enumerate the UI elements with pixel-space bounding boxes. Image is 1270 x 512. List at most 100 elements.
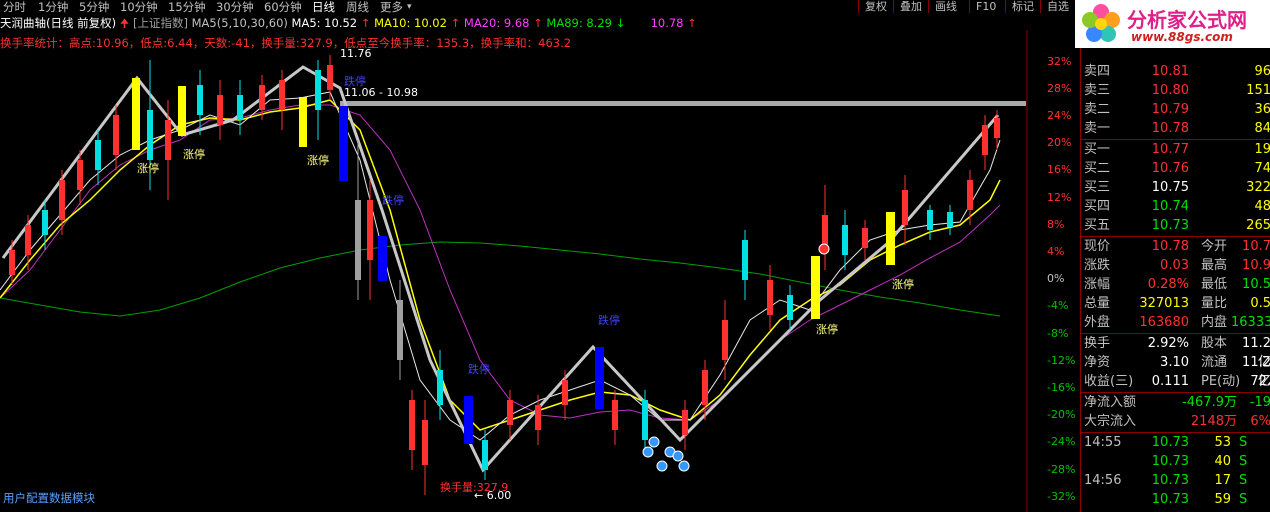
sell-price: 10.78 <box>1151 121 1189 136</box>
tab-10min[interactable]: 10分钟 <box>120 0 158 14</box>
tick-side: S <box>1239 435 1248 450</box>
buy-label: 买三 <box>1084 180 1111 195</box>
tab-5min[interactable]: 5分钟 <box>79 0 109 14</box>
buy-price: 10.73 <box>1151 218 1189 233</box>
tab-timeshare[interactable]: 分时 <box>3 0 26 14</box>
red-ball-marker <box>818 243 830 255</box>
sell-label: 卖二 <box>1084 102 1111 117</box>
overlay-button[interactable]: 叠加 <box>893 0 922 13</box>
tick-side: S <box>1239 492 1248 507</box>
mark-button[interactable]: 标记 <box>1005 0 1034 13</box>
tick-volume: 40 <box>1214 454 1231 469</box>
info-row-turnover: 换手 2.92% 股本 11.2亿 <box>1081 334 1270 370</box>
buy-volume: 19 <box>1254 142 1270 157</box>
buy-label: 买四 <box>1084 199 1111 214</box>
tick-time: 14:56 <box>1084 473 1122 488</box>
info-row-eps: 收益(三) 0.111 PE(动) 72. <box>1081 372 1270 391</box>
index-label[interactable]: [上证指数] <box>133 16 188 30</box>
toolbar: 分时 1分钟 5分钟 10分钟 15分钟 30分钟 60分钟 日线 周线 更多 … <box>0 0 1075 14</box>
axis-label: 28% <box>1047 82 1072 95</box>
tab-60min[interactable]: 60分钟 <box>264 0 302 14</box>
bottom-markers <box>642 436 690 472</box>
buy-price: 10.74 <box>1151 199 1189 214</box>
axis-label: -12% <box>1047 354 1076 367</box>
limit-up-label: 涨停 <box>307 154 329 167</box>
tab-15min[interactable]: 15分钟 <box>168 0 206 14</box>
tick-row: 10.73 40 S <box>1081 452 1270 471</box>
indicator-line: 天润曲轴(日线 前复权) 🠉 [上证指数] MA5(5,10,30,60) MA… <box>0 15 697 31</box>
tick-side: S <box>1239 454 1248 469</box>
info-label: 涨跌 <box>1084 258 1111 273</box>
logo-title: 分析家公式网 <box>1127 8 1247 32</box>
tick-volume: 17 <box>1214 473 1231 488</box>
limit-down-label: 跌停 <box>598 314 620 327</box>
flow-label: 净流入额 <box>1084 395 1137 410</box>
ma89-line <box>0 241 1001 317</box>
sell-1-row: 卖一 10.78 84 <box>1081 119 1270 138</box>
tick-price: 10.73 <box>1151 473 1189 488</box>
axis-label: 16% <box>1047 163 1072 176</box>
sell-price: 10.79 <box>1151 102 1189 117</box>
axis-label: -20% <box>1047 408 1076 421</box>
watchlist-button[interactable]: 自选 <box>1040 0 1069 13</box>
sell-3-row: 卖三 10.80 151 <box>1081 81 1270 100</box>
restore-right-button[interactable]: 复权 <box>858 0 887 13</box>
sell-volume: 36 <box>1254 102 1270 117</box>
info-label: 涨幅 <box>1084 277 1111 292</box>
site-logo[interactable]: 分析家公式网 www.88gs.com <box>1075 0 1270 48</box>
axis-label: -32% <box>1047 490 1076 503</box>
tab-more[interactable]: 更多 <box>380 0 403 14</box>
axis-label: 12% <box>1047 191 1072 204</box>
tick-row: 14:56 10.73 17 S <box>1081 471 1270 490</box>
ma-params: MA5(5,10,30,60) <box>191 16 288 30</box>
info-row-price: 现价 10.78 今开 10.7 <box>1081 237 1270 256</box>
kline-chart[interactable] <box>0 30 1030 512</box>
sell-label: 卖四 <box>1084 64 1111 79</box>
limit-up-label: 涨停 <box>816 323 838 336</box>
tick-time: 14:55 <box>1084 435 1122 450</box>
turnover-marker-label: 换手量:327.9 <box>440 481 509 494</box>
buy-3-row: 买三 10.75 322 <box>1081 178 1270 197</box>
info-value: 3.10 <box>1160 355 1189 370</box>
tick-price: 10.73 <box>1151 435 1189 450</box>
buy-1-row: 买一 10.77 19 <box>1081 140 1270 159</box>
f10-button[interactable]: F10 <box>969 0 996 13</box>
buy-label: 买二 <box>1084 161 1111 176</box>
limit-down-label: 跌停 <box>344 75 366 88</box>
tick-price: 10.73 <box>1151 454 1189 469</box>
info-value: 10.9 <box>1242 258 1270 273</box>
buy-volume: 74 <box>1254 161 1270 176</box>
sell-4-row: 卖四 10.81 96 <box>1081 62 1270 81</box>
axis-label: 0% <box>1047 272 1065 285</box>
info-value: 10.7 <box>1242 239 1270 254</box>
tick-side: S <box>1239 473 1248 488</box>
limit-up-label: 涨停 <box>137 162 159 175</box>
ma20-value: MA20: 9.68 <box>463 16 530 30</box>
buy-price: 10.77 <box>1151 142 1189 157</box>
limit-up-label: 涨停 <box>183 148 205 161</box>
info-value: 16333 <box>1231 315 1270 330</box>
up-arrow-icon: ↑ <box>533 16 543 30</box>
tick-volume: 53 <box>1214 435 1231 450</box>
tab-30min[interactable]: 30分钟 <box>216 0 254 14</box>
axis-label: -4% <box>1047 299 1069 312</box>
tab-daily[interactable]: 日线 <box>312 0 335 14</box>
info-value: 72. <box>1250 374 1270 389</box>
axis-label: -8% <box>1047 327 1069 340</box>
config-module-label[interactable]: 用户配置数据模块 <box>3 490 95 506</box>
chevron-down-icon[interactable]: ▾ <box>407 0 412 14</box>
tick-row: 14:55 10.73 53 S <box>1081 433 1270 452</box>
sell-label: 卖一 <box>1084 121 1111 136</box>
sell-price: 10.80 <box>1151 83 1189 98</box>
axis-label: 24% <box>1047 109 1072 122</box>
up-arrow-icon: 🠉 <box>119 16 130 30</box>
info-label: 今开 <box>1201 239 1228 254</box>
tab-1min[interactable]: 1分钟 <box>38 0 68 14</box>
high-label: 11.76 <box>340 47 372 60</box>
tab-weekly[interactable]: 周线 <box>346 0 369 14</box>
info-row-change: 涨跌 0.03 最高 10.9 <box>1081 256 1270 275</box>
info-value: 163680 <box>1139 315 1189 330</box>
up-arrow-icon: ↑ <box>687 16 697 30</box>
sell-2-row: 卖二 10.79 36 <box>1081 100 1270 119</box>
draw-line-button[interactable]: 画线 <box>928 0 957 13</box>
